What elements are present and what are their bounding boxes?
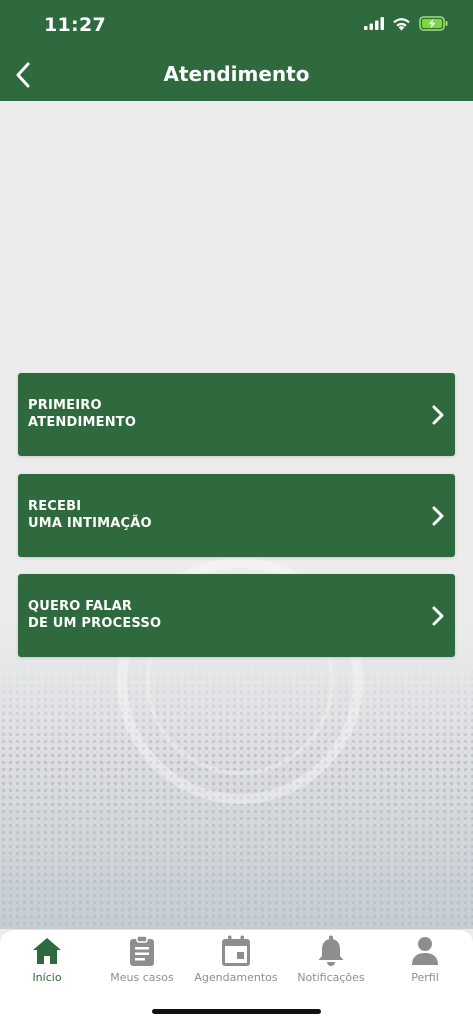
menu-item-label: QUERO FALAR DE UM PROCESSO: [28, 598, 161, 632]
tab-label: Notificações: [297, 971, 365, 984]
menu-item-label-line1: QUERO FALAR: [28, 599, 133, 614]
battery-charging-icon: [419, 16, 448, 31]
status-time: 11:27: [44, 14, 106, 36]
main-content: PRIMEIRO ATENDIMENTO RECEBI UMA INTIMAÇÃ…: [0, 101, 473, 929]
calendar-icon: [219, 934, 253, 968]
status-icons: [364, 16, 449, 31]
menu-item-label-line2: DE UM PROCESSO: [28, 616, 162, 631]
chevron-right-icon: [432, 405, 444, 425]
tab-inicio[interactable]: Início: [0, 930, 94, 990]
bell-icon: [314, 934, 348, 968]
page-title: Atendimento: [163, 62, 310, 86]
tab-notificacoes[interactable]: Notificações: [284, 930, 378, 990]
menu-item-label: PRIMEIRO ATENDIMENTO: [28, 397, 136, 431]
tab-perfil[interactable]: Perfil: [378, 930, 472, 990]
tab-label: Agendamentos: [194, 971, 278, 984]
menu-item-label-line2: UMA INTIMAÇÃO: [28, 516, 152, 531]
menu-item-recebi-intimacao[interactable]: RECEBI UMA INTIMAÇÃO: [18, 474, 455, 557]
chevron-right-icon: [432, 506, 444, 526]
tab-label: Meus casos: [110, 971, 174, 984]
menu-item-quero-falar-processo[interactable]: QUERO FALAR DE UM PROCESSO: [18, 574, 455, 657]
menu-item-label-line1: RECEBI: [28, 499, 82, 514]
menu-item-label-line1: PRIMEIRO: [28, 398, 102, 413]
wifi-icon: [393, 17, 410, 30]
menu-item-label-line2: ATENDIMENTO: [28, 415, 137, 430]
home-indicator[interactable]: [152, 1009, 321, 1014]
home-icon: [30, 934, 64, 968]
menu-item-primeiro-atendimento[interactable]: PRIMEIRO ATENDIMENTO: [18, 373, 455, 456]
tab-agendamentos[interactable]: Agendamentos: [189, 930, 283, 990]
clipboard-icon: [125, 934, 159, 968]
menu-item-label: RECEBI UMA INTIMAÇÃO: [28, 498, 152, 532]
signal-icon: [364, 17, 384, 30]
tab-label: Início: [32, 971, 62, 984]
status-bar: 11:27: [0, 0, 473, 52]
chevron-right-icon: [432, 606, 444, 626]
tab-meus-casos[interactable]: Meus casos: [95, 930, 189, 990]
user-icon: [408, 934, 442, 968]
app-header: 11:27 Atendimento: [0, 0, 473, 101]
tab-label: Perfil: [411, 971, 439, 984]
